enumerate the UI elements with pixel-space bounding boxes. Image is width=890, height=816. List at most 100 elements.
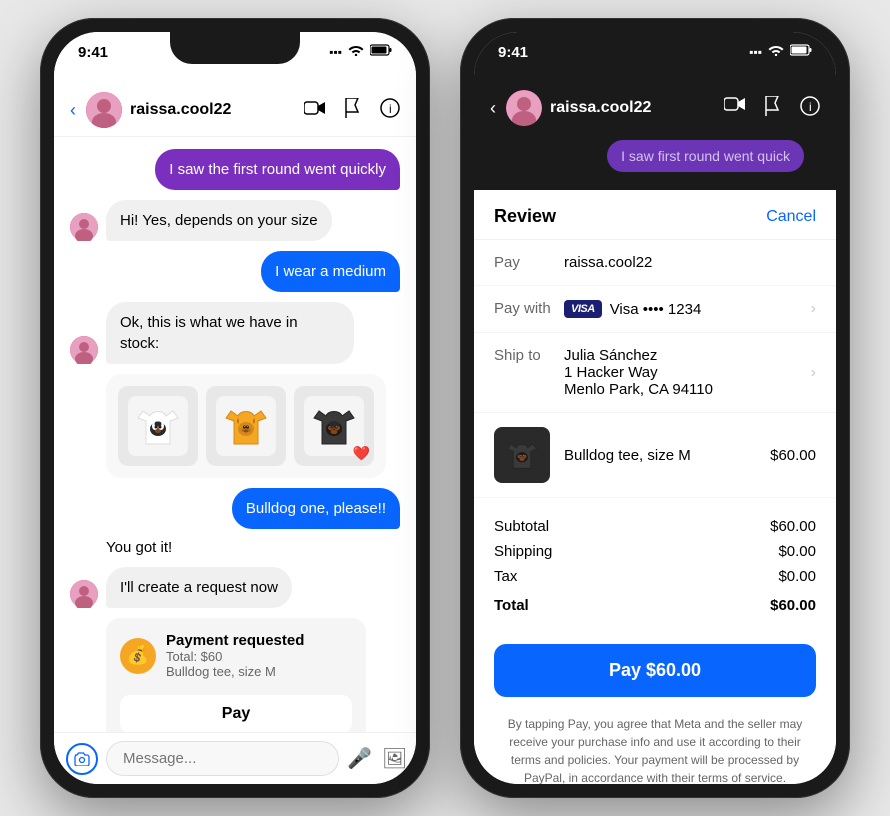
msg-recv-1: Hi! Yes, depends on your size: [70, 200, 400, 241]
back-icon-left[interactable]: ‹: [70, 100, 76, 121]
bubble-recv-1: Hi! Yes, depends on your size: [106, 200, 332, 241]
payment-card-header: 💰 Payment requested Total: $60 Bulldog t…: [120, 632, 352, 679]
bubble-sent-2: I wear a medium: [261, 251, 400, 292]
ship-to-addr2: Menlo Park, CA 94110: [564, 381, 811, 398]
product-review-name: Bulldog tee, size M: [564, 447, 770, 464]
review-pay-row: Pay raissa.cool22: [474, 240, 836, 286]
msg-recv-2: Ok, this is what we have in stock:: [70, 302, 400, 364]
msg-sent-3: Bulldog one, please!!: [70, 488, 400, 529]
preview-msg-area: I saw first round went quick: [490, 132, 820, 180]
header-icons-right: i: [724, 96, 820, 121]
bubble-sent-1: I saw the first round went quickly: [155, 149, 400, 190]
product-thumb-3[interactable]: ❤️: [294, 386, 374, 466]
avatar-right: [506, 90, 542, 126]
status-icons-right: ▪▪▪: [749, 44, 812, 59]
recv-avatar-2: [70, 336, 98, 364]
total-row: Total $60.00: [494, 589, 816, 618]
review-title-row: Review Cancel: [474, 190, 836, 240]
video-icon-right[interactable]: [724, 96, 746, 121]
battery-icon-right: [790, 44, 812, 59]
review-shipto-row: Ship to Julia Sánchez 1 Hacker Way Menlo…: [474, 333, 836, 413]
msg-sent-2: I wear a medium: [70, 251, 400, 292]
battery-icon: [370, 44, 392, 59]
ship-to-label: Ship to: [494, 347, 564, 364]
signal-icon: ▪▪▪: [329, 45, 342, 59]
payment-info: Payment requested Total: $60 Bulldog tee…: [166, 632, 304, 679]
msg-sent-1: I saw the first round went quickly: [70, 149, 400, 190]
review-panel: Review Cancel Pay raissa.cool22 Pay with…: [474, 190, 836, 784]
input-icons: 🎤 🖼 😊: [347, 746, 416, 771]
pay-with-label: Pay with: [494, 300, 564, 317]
chat-header-left: ‹ raissa.cool22: [54, 84, 416, 137]
fine-print-text: By tapping Pay, you agree that Meta and …: [508, 717, 803, 784]
right-screen: 9:41 ▪▪▪ ‹ raiss: [474, 32, 836, 784]
review-title: Review: [494, 206, 556, 227]
ship-to-name: Julia Sánchez: [564, 347, 811, 364]
big-pay-button[interactable]: Pay $60.00: [494, 644, 816, 697]
info-icon-left[interactable]: i: [380, 98, 400, 123]
payment-title: Payment requested: [166, 632, 304, 649]
subtotal-label: Subtotal: [494, 518, 549, 535]
product-thumb-1[interactable]: [118, 386, 198, 466]
bubble-recv-3: I'll create a request now: [106, 567, 292, 608]
payment-total: Total: $60: [166, 649, 304, 664]
product-images: ❤️: [106, 374, 386, 478]
svg-text:i: i: [389, 102, 392, 116]
pay-to-value: raissa.cool22: [564, 254, 816, 271]
product-thumb-2[interactable]: [206, 386, 286, 466]
recv-avatar-3: [70, 580, 98, 608]
heart-icon: ❤️: [353, 445, 370, 462]
product-images-container: ❤️: [106, 374, 400, 478]
status-icons-left: ▪▪▪: [329, 44, 392, 59]
message-input[interactable]: [106, 741, 339, 776]
msg-system-1: You got it!: [70, 539, 172, 557]
status-bar-right: 9:41 ▪▪▪: [474, 32, 836, 84]
input-bar-left: 🎤 🖼 😊: [54, 732, 416, 784]
flag-icon-left[interactable]: [344, 98, 362, 123]
review-paywith-row: Pay with VISA Visa •••• 1234 ›: [474, 286, 836, 333]
camera-button[interactable]: [66, 743, 98, 775]
cancel-button[interactable]: Cancel: [766, 208, 816, 226]
pay-label: Pay: [494, 254, 564, 271]
mic-icon[interactable]: 🎤: [347, 746, 372, 771]
ship-to-info: Julia Sánchez 1 Hacker Way Menlo Park, C…: [564, 347, 811, 398]
pay-with-detail-row: VISA Visa •••• 1234: [564, 300, 811, 318]
pay-button-card[interactable]: Pay: [120, 695, 352, 732]
subtotal-value: $60.00: [770, 518, 816, 535]
shipping-label: Shipping: [494, 543, 552, 560]
bubble-sent-3: Bulldog one, please!!: [232, 488, 400, 529]
system-text-1: You got it!: [106, 539, 172, 556]
scene: 9:41 ▪▪▪ ‹: [0, 0, 890, 816]
flag-icon-right[interactable]: [764, 96, 782, 121]
back-icon-right[interactable]: ‹: [490, 98, 496, 119]
status-time-left: 9:41: [78, 44, 108, 61]
messages-area-left: I saw the first round went quickly Hi! Y…: [54, 137, 416, 732]
shipping-value: $0.00: [778, 543, 816, 560]
preview-bubble: I saw first round went quick: [607, 140, 804, 172]
payment-card: 💰 Payment requested Total: $60 Bulldog t…: [106, 618, 366, 732]
ship-to-arrow[interactable]: ›: [811, 364, 816, 382]
signal-icon-right: ▪▪▪: [749, 45, 762, 59]
svg-text:i: i: [809, 100, 812, 114]
msg-recv-3: I'll create a request now: [70, 567, 400, 608]
chat-username-right: raissa.cool22: [550, 99, 724, 117]
totals-section: Subtotal $60.00 Shipping $0.00 Tax $0.00…: [474, 498, 836, 634]
info-icon-right[interactable]: i: [800, 96, 820, 121]
status-time-right: 9:41: [498, 44, 528, 61]
video-icon-left[interactable]: [304, 100, 326, 121]
pay-with-value: Visa •••• 1234: [610, 301, 811, 318]
shipping-row: Shipping $0.00: [494, 539, 816, 564]
payment-icon: 💰: [120, 638, 156, 674]
product-review-price: $60.00: [770, 447, 816, 464]
review-chat-top: ‹ raissa.cool22 i: [490, 84, 820, 132]
recv-avatar-1: [70, 213, 98, 241]
pay-with-arrow[interactable]: ›: [811, 300, 816, 318]
phone-left: 9:41 ▪▪▪ ‹: [40, 18, 430, 798]
product-review-row: Bulldog tee, size M $60.00: [474, 413, 836, 498]
status-bar-left: 9:41 ▪▪▪: [54, 32, 416, 84]
payment-item: Bulldog tee, size M: [166, 664, 304, 679]
visa-badge: VISA: [564, 300, 602, 318]
gallery-icon[interactable]: 🖼: [382, 746, 407, 771]
total-label: Total: [494, 597, 529, 614]
header-icons-left: i: [304, 98, 400, 123]
